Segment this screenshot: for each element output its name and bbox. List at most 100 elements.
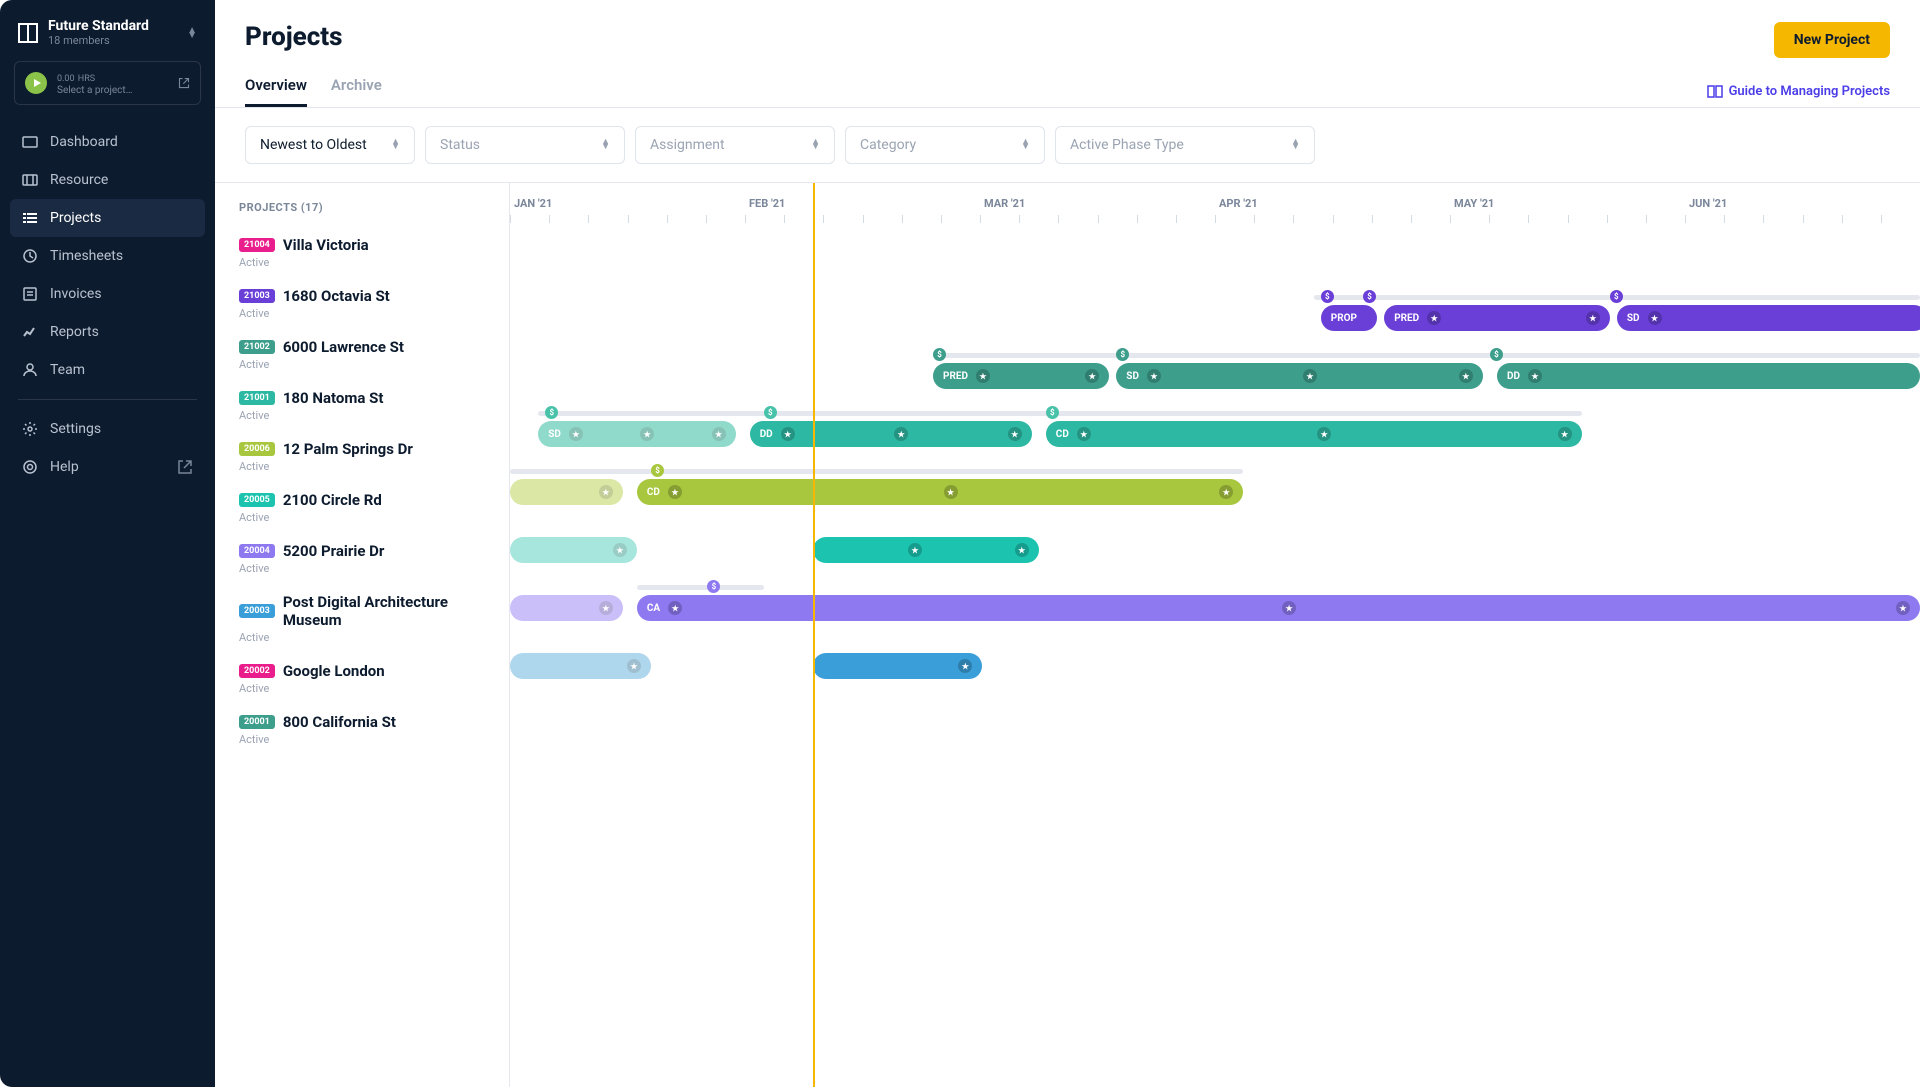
nav-reports[interactable]: Reports <box>10 313 205 351</box>
timer-widget[interactable]: 0.00 HRS Select a project… <box>14 61 201 105</box>
status-filter[interactable]: Status▲▼ <box>425 126 625 164</box>
project-status: Active <box>239 682 485 695</box>
phase-bar[interactable]: CD★★★ <box>1046 421 1582 447</box>
phase-bar[interactable]: SD★ <box>1617 305 1920 331</box>
project-id-badge: 21002 <box>239 340 275 354</box>
project-item[interactable]: 2000612 Palm Springs DrActive <box>215 430 509 481</box>
nav-team[interactable]: Team <box>10 351 205 389</box>
star-icon: ★ <box>599 601 613 615</box>
external-link-icon <box>178 77 190 89</box>
timer-hours: 0.00 HRS <box>57 70 168 85</box>
timeline-row <box>510 691 1920 749</box>
star-icon: ★ <box>1085 369 1099 383</box>
phase-bar[interactable]: ★ <box>510 479 623 505</box>
main-content: Projects New Project Overview Archive Gu… <box>215 0 1920 1087</box>
phase-bar[interactable]: SD★★★ <box>538 421 735 447</box>
star-icon: ★ <box>1282 601 1296 615</box>
nav-help[interactable]: Help <box>10 448 205 486</box>
phase-bar[interactable]: ★ <box>510 653 651 679</box>
phase-bar[interactable]: DD★★★ <box>750 421 1032 447</box>
project-name: 5200 Prairie Dr <box>283 542 385 560</box>
project-item[interactable]: 200045200 Prairie DrActive <box>215 532 509 583</box>
timeline[interactable]: JAN '21FEB '21MAR '21APR '21MAY '21JUN '… <box>510 183 1920 1087</box>
project-item[interactable]: 210031680 Octavia StActive <box>215 277 509 328</box>
star-icon: ★ <box>569 427 583 441</box>
timeline-row <box>510 227 1920 285</box>
milestone-dollar-icon: $ <box>1046 406 1059 419</box>
org-logo-icon <box>18 23 38 43</box>
category-filter[interactable]: Category▲▼ <box>845 126 1045 164</box>
nav-timesheets[interactable]: Timesheets <box>10 237 205 275</box>
project-item[interactable]: 210026000 Lawrence StActive <box>215 328 509 379</box>
nav-invoices[interactable]: Invoices <box>10 275 205 313</box>
star-icon: ★ <box>1896 601 1910 615</box>
project-id-badge: 20006 <box>239 442 275 456</box>
phase-bar[interactable]: PRED★★ <box>1384 305 1610 331</box>
today-marker <box>813 183 815 1087</box>
star-icon: ★ <box>958 659 972 673</box>
project-item[interactable]: 20002Google LondonActive <box>215 652 509 703</box>
star-icon: ★ <box>1219 485 1233 499</box>
star-icon: ★ <box>1427 311 1441 325</box>
chevron-updown-icon: ▲▼ <box>811 140 820 150</box>
phase-bar[interactable]: CA★★★ <box>637 595 1920 621</box>
star-icon: ★ <box>668 485 682 499</box>
phase-bar[interactable]: ★ <box>813 653 982 679</box>
project-status: Active <box>239 409 485 422</box>
phase-bar[interactable]: PRED★★ <box>933 363 1109 389</box>
project-id-badge: 21003 <box>239 289 275 303</box>
milestone-dollar-icon: $ <box>707 580 720 593</box>
phase-bar[interactable]: SD★★★ <box>1116 363 1483 389</box>
timeline-row: ★★ <box>510 633 1920 691</box>
chevron-updown-icon: ▲▼ <box>187 28 197 38</box>
phase-bar[interactable]: PROP <box>1321 305 1377 331</box>
tab-archive[interactable]: Archive <box>331 76 382 107</box>
timeline-month: MAR '21 <box>980 183 1215 223</box>
chevron-updown-icon: ▲▼ <box>1291 140 1300 150</box>
project-id-badge: 20003 <box>239 604 275 618</box>
guide-link[interactable]: Guide to Managing Projects <box>1707 84 1890 107</box>
project-item[interactable]: 21004Villa VictoriaActive <box>215 226 509 277</box>
star-icon: ★ <box>944 485 958 499</box>
phase-bar[interactable]: ★ <box>510 595 623 621</box>
gantt-view: PROJECTS (17) 21004Villa VictoriaActive2… <box>215 182 1920 1087</box>
timeline-month: JUN '21 <box>1685 183 1920 223</box>
phase-bar[interactable]: CD★★★ <box>637 479 1243 505</box>
star-icon: ★ <box>1303 369 1317 383</box>
nav-dashboard[interactable]: Dashboard <box>10 123 205 161</box>
nav-settings[interactable]: Settings <box>10 410 205 448</box>
star-icon: ★ <box>976 369 990 383</box>
project-name: Villa Victoria <box>283 236 369 254</box>
project-item[interactable]: 200052100 Circle RdActive <box>215 481 509 532</box>
phase-bar[interactable]: ★ <box>510 537 637 563</box>
org-members: 18 members <box>48 34 177 47</box>
main-nav: Dashboard Resource Projects Timesheets I… <box>0 123 215 389</box>
timeline-row: $★CD★★★ <box>510 459 1920 517</box>
nav-resource[interactable]: Resource <box>10 161 205 199</box>
tabs: Overview Archive <box>245 76 382 107</box>
project-item[interactable]: 20003Post Digital Architecture MuseumAct… <box>215 583 509 652</box>
star-icon: ★ <box>1586 311 1600 325</box>
star-icon: ★ <box>781 427 795 441</box>
org-switcher[interactable]: Future Standard 18 members ▲▼ <box>0 18 215 61</box>
chevron-updown-icon: ▲▼ <box>601 140 610 150</box>
project-name: 1680 Octavia St <box>283 287 390 305</box>
assignment-filter[interactable]: Assignment▲▼ <box>635 126 835 164</box>
sort-filter[interactable]: Newest to Oldest▲▼ <box>245 126 415 164</box>
star-icon: ★ <box>1558 427 1572 441</box>
nav-projects[interactable]: Projects <box>10 199 205 237</box>
project-id-badge: 20002 <box>239 664 275 678</box>
phase-bar[interactable]: DD★ <box>1497 363 1920 389</box>
project-id-badge: 21004 <box>239 238 275 252</box>
phase-bar[interactable]: ★★ <box>813 537 1039 563</box>
milestone-dollar-icon: $ <box>1363 290 1376 303</box>
star-icon: ★ <box>1077 427 1091 441</box>
phase-filter[interactable]: Active Phase Type▲▼ <box>1055 126 1315 164</box>
org-name: Future Standard <box>48 18 177 34</box>
project-status: Active <box>239 733 485 746</box>
tab-overview[interactable]: Overview <box>245 76 307 107</box>
new-project-button[interactable]: New Project <box>1774 22 1890 58</box>
project-item[interactable]: 21001180 Natoma StActive <box>215 379 509 430</box>
play-icon[interactable] <box>25 72 47 94</box>
project-item[interactable]: 20001800 California StActive <box>215 703 509 754</box>
